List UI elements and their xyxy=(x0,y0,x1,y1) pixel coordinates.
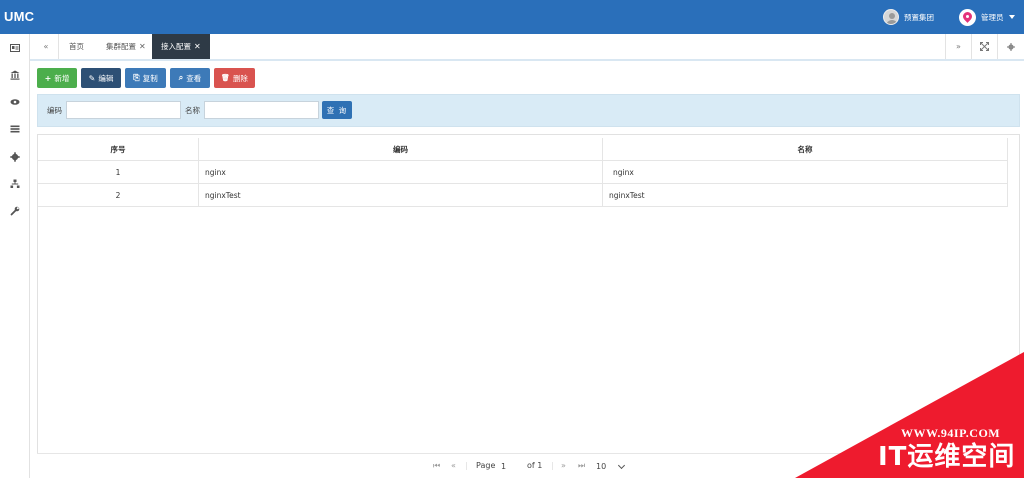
edit-button[interactable]: ✎ 编辑 xyxy=(81,68,121,88)
caret-down-icon xyxy=(1008,15,1015,19)
user-menu[interactable]: 管理员 xyxy=(959,8,1015,26)
add-button-label: 新增 xyxy=(54,73,70,83)
id-card-icon[interactable] xyxy=(10,43,20,53)
page-number-input[interactable] xyxy=(499,459,521,473)
divider: | xyxy=(465,461,468,470)
first-page-icon[interactable]: ⏮ xyxy=(433,461,440,471)
name-input[interactable] xyxy=(204,101,319,119)
edit-button-label: 编辑 xyxy=(98,73,114,83)
org-switcher[interactable]: 预置集团 xyxy=(883,9,934,25)
view-button-label: 查看 xyxy=(186,73,202,83)
edit-icon: ✎ xyxy=(88,73,96,83)
column-header-name[interactable]: 名称 xyxy=(603,138,1008,161)
table-row-index[interactable]: 1 xyxy=(38,161,199,184)
copy-button-label: 复制 xyxy=(142,73,158,83)
list-icon[interactable] xyxy=(10,124,20,134)
code-label: 编码 xyxy=(47,106,62,115)
tab-home[interactable]: 首页 xyxy=(60,34,93,59)
column-header-index[interactable]: 序号 xyxy=(38,138,199,161)
wrench-icon[interactable] xyxy=(10,206,20,216)
tab-settings-button[interactable] xyxy=(998,34,1024,59)
fullscreen-button[interactable] xyxy=(972,34,997,59)
bank-icon[interactable] xyxy=(10,70,20,80)
top-header: UMC 预置集团 管理员 xyxy=(0,0,1024,34)
next-page-icon[interactable]: » xyxy=(561,461,566,471)
page-size-select[interactable]: 10 xyxy=(596,460,626,473)
page-total: of 1 xyxy=(527,461,543,470)
user-name: 管理员 xyxy=(981,12,1004,22)
tab-access-config[interactable]: 接入配置 ✕ xyxy=(152,34,210,59)
close-icon[interactable]: ✕ xyxy=(194,42,201,51)
prev-page-icon[interactable]: « xyxy=(451,461,456,471)
tab-label: 集群配置 xyxy=(106,42,136,51)
trash-icon: 🗑 xyxy=(221,74,230,82)
copy-icon: ⎘ xyxy=(133,73,140,82)
close-icon[interactable]: ✕ xyxy=(139,42,146,51)
divider: | xyxy=(551,461,554,470)
gear-icon xyxy=(1007,42,1015,51)
column-header-code[interactable]: 编码 xyxy=(199,138,603,161)
watermark-url: WWW.94IP.COM xyxy=(901,426,1001,440)
divider xyxy=(58,34,59,59)
expand-icon xyxy=(980,42,989,51)
gear-icon[interactable] xyxy=(10,152,20,162)
tab-cluster-config[interactable]: 集群配置 ✕ xyxy=(97,34,155,59)
chevron-down-icon xyxy=(617,461,626,469)
last-page-icon[interactable]: ⏭ xyxy=(578,461,585,471)
code-input[interactable] xyxy=(66,101,181,119)
table-row-code[interactable]: nginx xyxy=(199,161,603,184)
double-chevron-right-icon: » xyxy=(956,42,961,51)
delete-button[interactable]: 🗑 删除 xyxy=(214,68,255,88)
app-logo[interactable]: UMC xyxy=(4,9,34,24)
table-row-name[interactable]: nginx xyxy=(603,161,1008,184)
tab-label: 首页 xyxy=(69,42,84,51)
table-row-name[interactable]: nginxTest xyxy=(603,184,1008,207)
view-button[interactable]: ⌕ 查看 xyxy=(170,68,210,88)
query-button[interactable]: 查 询 xyxy=(322,101,352,119)
name-label: 名称 xyxy=(185,106,200,115)
copy-button[interactable]: ⎘ 复制 xyxy=(125,68,166,88)
tabs-prev-button[interactable]: « xyxy=(34,34,58,59)
page-size-value: 10 xyxy=(596,462,607,471)
org-name: 预置集团 xyxy=(904,12,934,22)
add-button[interactable]: + 新增 xyxy=(37,68,77,88)
sidebar-rail xyxy=(0,34,30,478)
eye-icon[interactable] xyxy=(10,97,20,107)
plus-icon: + xyxy=(44,73,52,83)
location-pin-icon xyxy=(959,8,976,26)
sitemap-icon[interactable] xyxy=(10,179,20,189)
search-icon: ⌕ xyxy=(178,73,184,82)
double-chevron-left-icon: « xyxy=(43,42,49,51)
tabs-next-button[interactable]: » xyxy=(946,34,971,59)
tab-label: 接入配置 xyxy=(161,42,191,51)
table-row-code[interactable]: nginxTest xyxy=(199,184,603,207)
page-label: Page xyxy=(476,461,496,470)
watermark-name: IT运维空间 xyxy=(878,442,1016,472)
table-row-index[interactable]: 2 xyxy=(38,184,199,207)
avatar-icon xyxy=(883,9,899,25)
delete-button-label: 删除 xyxy=(232,73,248,83)
